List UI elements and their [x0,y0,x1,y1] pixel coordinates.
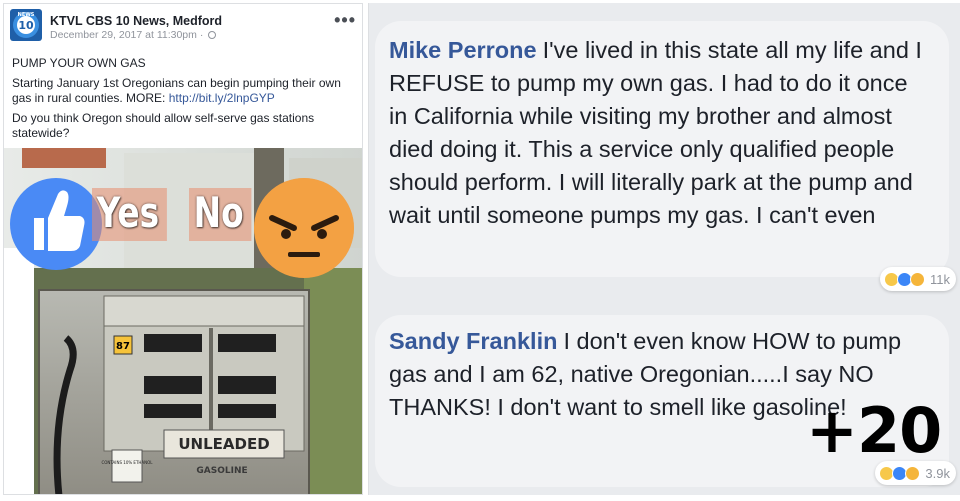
wow-reaction-icon [905,465,921,481]
more-comments-overlay: +20 [806,394,942,467]
reaction-count: 11k [930,271,950,287]
page-avatar[interactable]: 10 NEWS [10,9,42,41]
price-tag: 87 [116,341,130,352]
facebook-post: 10 NEWS KTVL CBS 10 News, Medford Decemb… [3,3,363,495]
more-options-button[interactable]: ••• [334,10,356,31]
globe-icon [208,31,217,39]
post-question: Do you think Oregon should allow self-se… [12,111,315,140]
no-label: No [189,188,252,241]
news10-logo-icon: 10 NEWS [10,9,42,41]
comment-content: Mike Perrone I've lived in this state all… [389,34,931,232]
angry-reaction-icon [254,178,354,278]
unleaded-sign: UNLEADED [178,435,269,453]
like-reaction-icon [10,178,102,270]
timestamp-text[interactable]: December 29, 2017 at 11:30pm [50,29,197,41]
gas-pump-image: 87 UNLEADED GASOLINE CONTAINS 10% ETHANO… [4,148,362,494]
svg-text:10: 10 [18,19,34,32]
page-name[interactable]: KTVL CBS 10 News, Medford [50,14,222,28]
post-photo[interactable]: 87 UNLEADED GASOLINE CONTAINS 10% ETHANO… [4,148,362,494]
svg-text:NEWS: NEWS [18,12,35,18]
ethanol-label: CONTAINS 10% ETHANOL [101,460,153,465]
post-description: Starting January 1st Oregonians can begi… [12,76,357,106]
comment-bubble: Mike Perrone I've lived in this state all… [375,21,949,277]
post-header: 10 NEWS KTVL CBS 10 News, Medford Decemb… [10,9,356,43]
comment-reactions[interactable]: 11k [880,267,956,291]
commenter-name[interactable]: Mike Perrone [389,37,537,63]
comment-text: I've lived in this state all my life and… [389,37,922,228]
post-title: PUMP YOUR OWN GAS [12,56,146,70]
reaction-count: 3.9k [925,465,950,481]
gasoline-label: GASOLINE [196,466,247,476]
commenter-name[interactable]: Sandy Franklin [389,328,557,354]
post-body: PUMP YOUR OWN GAS Starting January 1st O… [12,56,357,146]
post-timestamp[interactable]: December 29, 2017 at 11:30pm · [50,29,217,41]
yes-label: Yes [92,188,167,241]
post-link[interactable]: http://bit.ly/2lnpGYP [169,91,275,105]
wow-reaction-icon [910,271,925,287]
